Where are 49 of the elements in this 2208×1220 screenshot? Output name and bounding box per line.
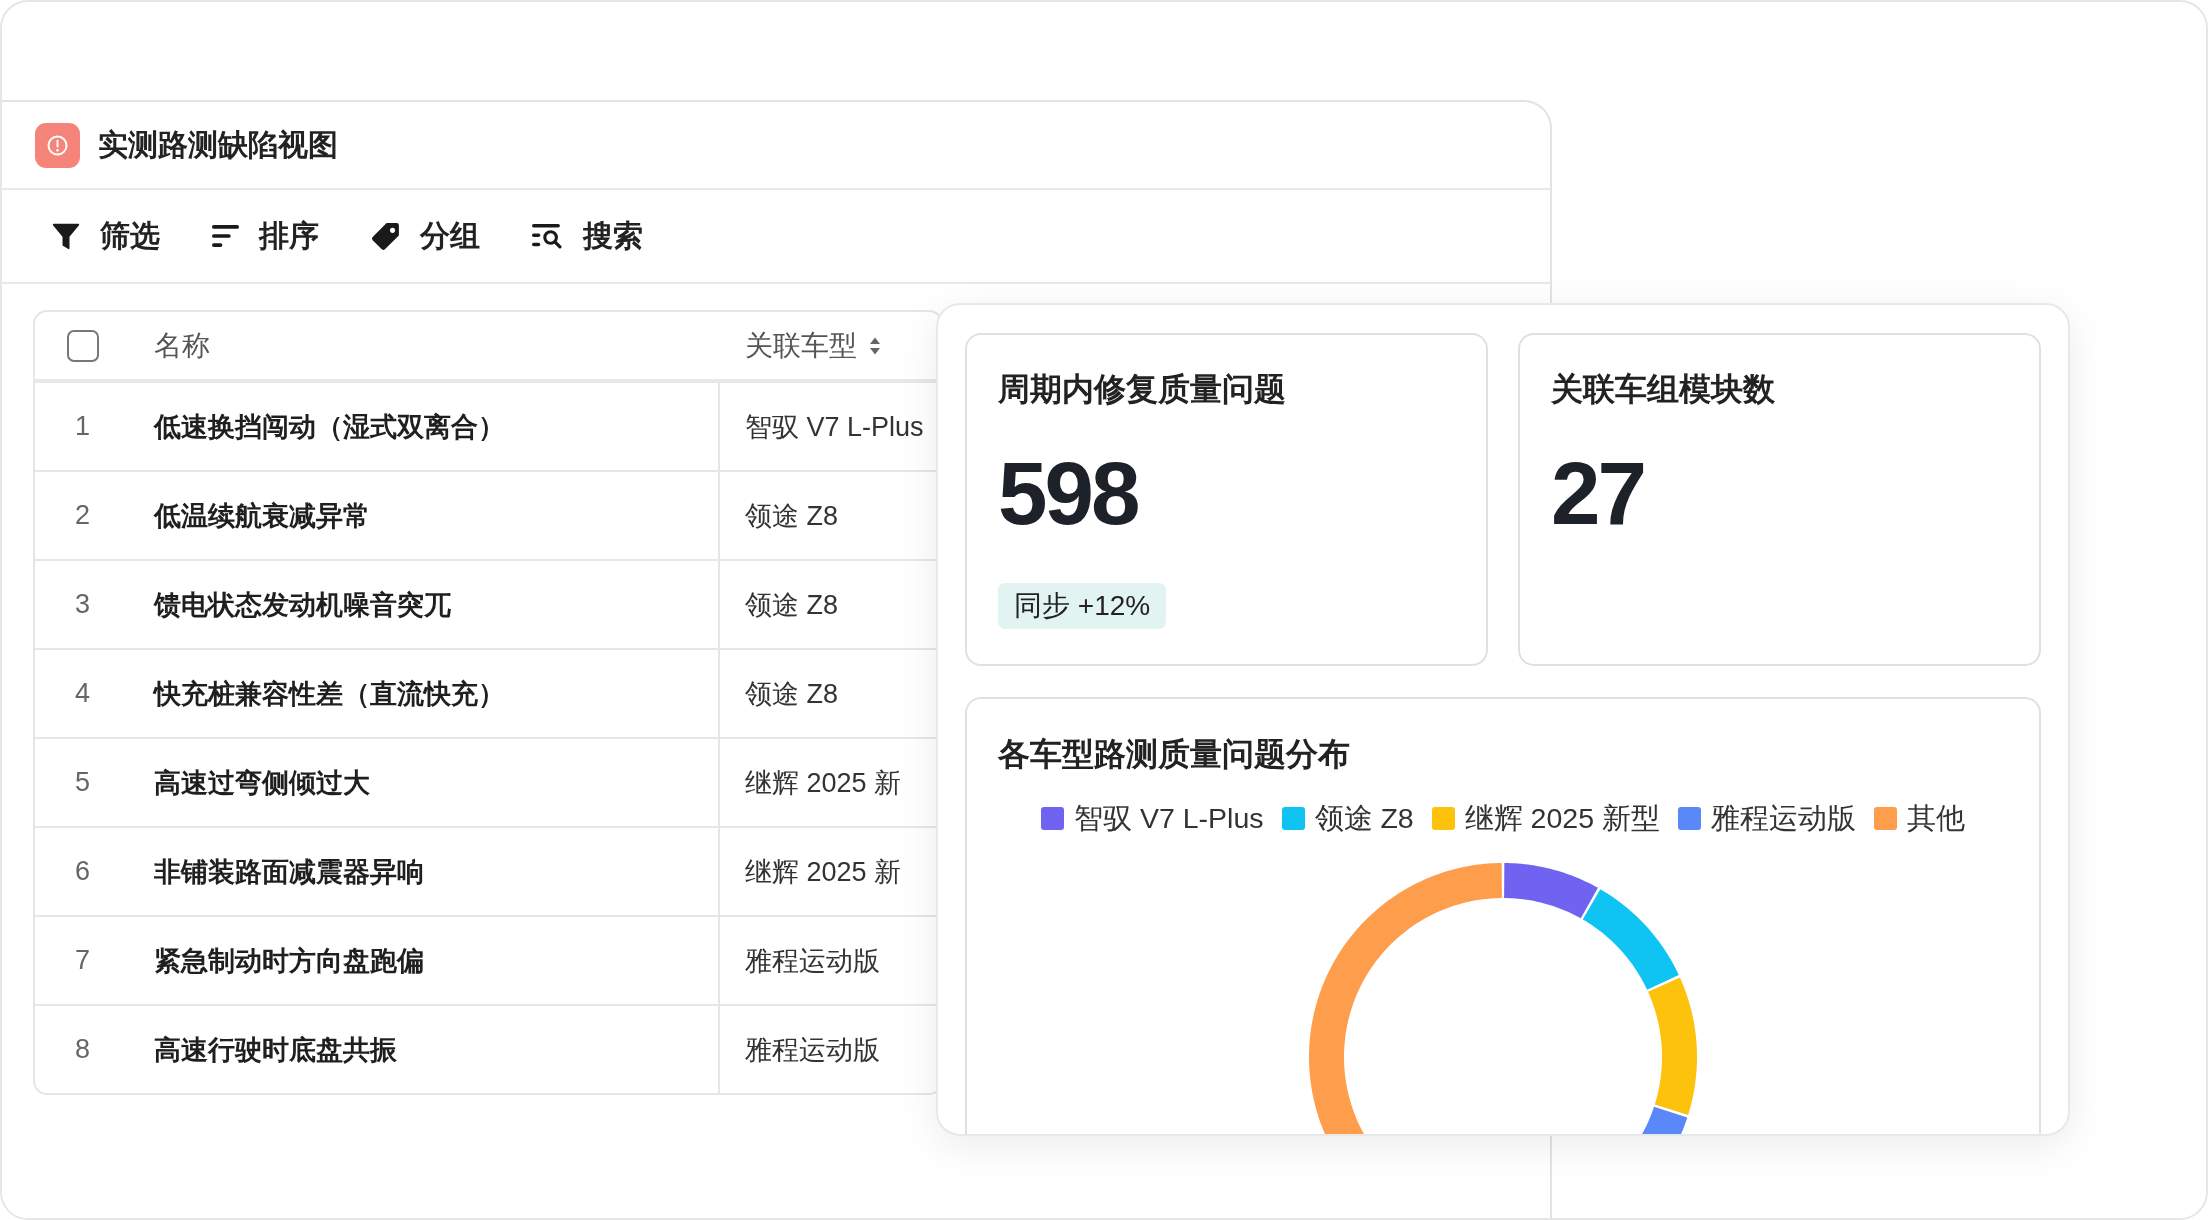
table-cell-text: 智驭 V7 L-Plus bbox=[745, 410, 924, 444]
search-button[interactable]: 搜索 bbox=[532, 211, 643, 261]
column-header: 名称 bbox=[154, 328, 210, 363]
row-number: 1 bbox=[75, 411, 90, 442]
stat-value: 27 bbox=[1551, 445, 1644, 541]
filter-icon bbox=[52, 222, 80, 250]
row-number: 7 bbox=[75, 945, 90, 976]
table-cell-text: 继辉 2025 新 bbox=[745, 766, 902, 800]
legend-label: 领途 Z8 bbox=[1314, 801, 1414, 835]
row-number: 2 bbox=[75, 500, 90, 531]
stat-title: 关联车组模块数 bbox=[1551, 371, 1775, 407]
window-title: 实测路测缺陷视图 bbox=[98, 126, 338, 163]
table-cell-text: 低温续航衰减异常 bbox=[154, 499, 370, 533]
row-number: 5 bbox=[75, 767, 90, 798]
row-number: 8 bbox=[75, 1034, 90, 1065]
stat-title: 周期内修复质量问题 bbox=[998, 371, 1286, 407]
change-badge: 同步 +12% bbox=[998, 583, 1167, 629]
table-cell-text: 非铺装路面减震器异响 bbox=[154, 855, 424, 889]
table-cell-text: 雅程运动版 bbox=[745, 944, 880, 978]
table-cell-text: 高速行驶时底盘共振 bbox=[154, 1033, 397, 1067]
table-cell-text: 雅程运动版 bbox=[745, 1033, 880, 1067]
sort-button[interactable]: 排序 bbox=[212, 211, 319, 261]
tag-icon bbox=[371, 221, 400, 251]
table-cell-text: 馈电状态发动机噪音突兀 bbox=[154, 588, 451, 622]
column-header[interactable]: 关联车型 bbox=[745, 326, 881, 365]
sort-arrows-icon[interactable] bbox=[869, 335, 881, 356]
legend-label: 其他 bbox=[1906, 801, 1965, 835]
legend-label: 继辉 2025 新型 bbox=[1464, 801, 1660, 835]
select-all-checkbox[interactable] bbox=[66, 329, 99, 362]
sort-icon bbox=[212, 225, 239, 247]
table-cell-text: 快充桩兼容性差（直流快充） bbox=[154, 677, 505, 711]
table-cell-text: 继辉 2025 新 bbox=[745, 855, 902, 889]
search-icon bbox=[532, 223, 563, 249]
table-cell-text: 高速过弯侧倾过大 bbox=[154, 766, 370, 800]
group-button[interactable]: 分组 bbox=[371, 211, 480, 261]
legend-label: 智驭 V7 L-Plus bbox=[1074, 801, 1264, 835]
row-number: 3 bbox=[75, 589, 90, 620]
legend-label: 雅程运动版 bbox=[1710, 801, 1856, 835]
alert-icon bbox=[35, 122, 80, 168]
table-cell-text: 领途 Z8 bbox=[745, 588, 838, 622]
stat-value: 598 bbox=[998, 445, 1138, 541]
table-cell-text: 低速换挡闯动（湿式双离合） bbox=[154, 410, 505, 444]
table-cell-text: 领途 Z8 bbox=[745, 677, 838, 711]
table-cell-text: 紧急制动时方向盘跑偏 bbox=[154, 944, 424, 978]
row-number: 4 bbox=[75, 678, 90, 709]
filter-button[interactable]: 筛选 bbox=[52, 211, 160, 261]
chart-title: 各车型路测质量问题分布 bbox=[998, 735, 1350, 773]
table-cell-text: 领途 Z8 bbox=[745, 499, 838, 533]
row-number: 6 bbox=[75, 856, 90, 887]
